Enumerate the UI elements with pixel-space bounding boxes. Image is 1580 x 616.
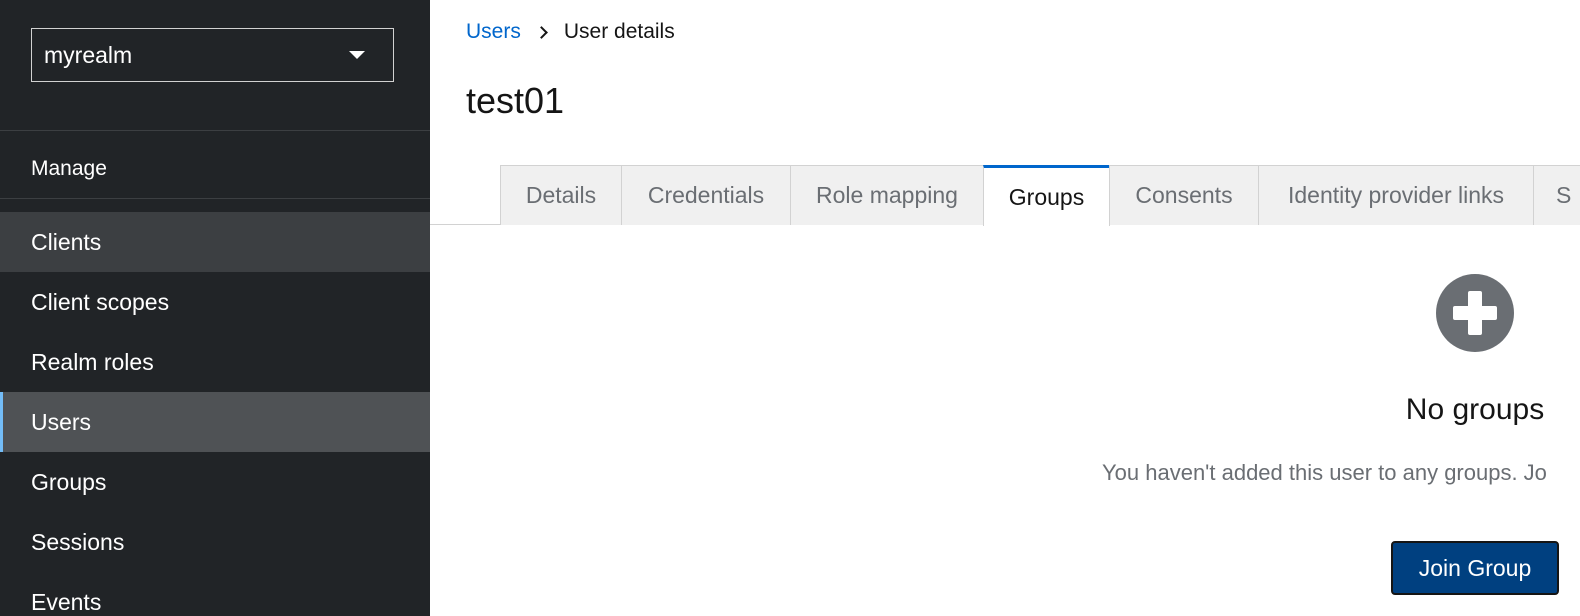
sidebar-item-label: Groups [31, 468, 107, 495]
page-title: test01 [466, 80, 565, 121]
tab-role-mapping[interactable]: Role mapping [790, 165, 984, 225]
breadcrumb: Users User details [466, 20, 675, 44]
tab-bar: Details Credentials Role mapping Groups … [430, 165, 1580, 226]
realm-selector-value: myrealm [44, 41, 133, 68]
tab-label: Consents [1135, 182, 1233, 208]
tab-label: Credentials [647, 182, 765, 208]
sidebar-item-label: Realm roles [31, 348, 154, 375]
sidebar-divider [0, 198, 430, 199]
sidebar-item-clients[interactable]: Clients [0, 212, 430, 272]
main-content: Users User details test01 Details Creden… [430, 0, 1580, 616]
tab-consents[interactable]: Consents [1109, 165, 1259, 225]
sidebar-item-realm-roles[interactable]: Realm roles [0, 332, 430, 392]
sidebar-item-label: Events [31, 588, 102, 615]
breadcrumb-link-users[interactable]: Users [466, 20, 521, 44]
empty-state-title: No groups [1405, 393, 1545, 426]
sidebar-item-sessions[interactable]: Sessions [0, 512, 430, 572]
join-group-button[interactable]: Join Group [1391, 541, 1559, 595]
sidebar: myrealm Manage Clients Client scopes Rea… [0, 0, 430, 616]
sidebar-item-label: Users [31, 408, 92, 435]
sidebar-nav: Clients Client scopes Realm roles Users … [0, 212, 430, 616]
empty-state-body: You haven't added this user to any group… [1102, 460, 1547, 485]
sidebar-item-groups[interactable]: Groups [0, 452, 430, 512]
nav-section-label: Manage [31, 157, 107, 180]
tab-label: Groups [1008, 183, 1085, 210]
chevron-right-icon [534, 25, 548, 39]
breadcrumb-current: User details [563, 20, 675, 43]
sidebar-divider [0, 130, 430, 131]
sidebar-item-client-scopes[interactable]: Client scopes [0, 272, 430, 332]
sidebar-item-label: Client scopes [31, 288, 170, 315]
tab-label: Identity provider links [1287, 182, 1505, 208]
tab-label: S [1556, 182, 1572, 208]
sidebar-item-label: Clients [31, 228, 102, 255]
sidebar-item-label: Sessions [31, 528, 125, 555]
tab-identity-provider-links[interactable]: Identity provider links [1258, 165, 1534, 225]
realm-selector[interactable]: myrealm [31, 28, 394, 82]
caret-down-icon [349, 51, 365, 59]
tab-label: Details [525, 182, 597, 208]
tab-label: Role mapping [816, 182, 958, 208]
plus-circle-icon [1436, 274, 1514, 352]
tab-overflow[interactable]: S [1533, 165, 1580, 225]
sidebar-item-events[interactable]: Events [0, 572, 430, 616]
sidebar-item-users[interactable]: Users [0, 392, 430, 452]
tab-groups[interactable]: Groups [983, 165, 1110, 226]
tab-details[interactable]: Details [500, 165, 622, 225]
tab-credentials[interactable]: Credentials [621, 165, 791, 225]
